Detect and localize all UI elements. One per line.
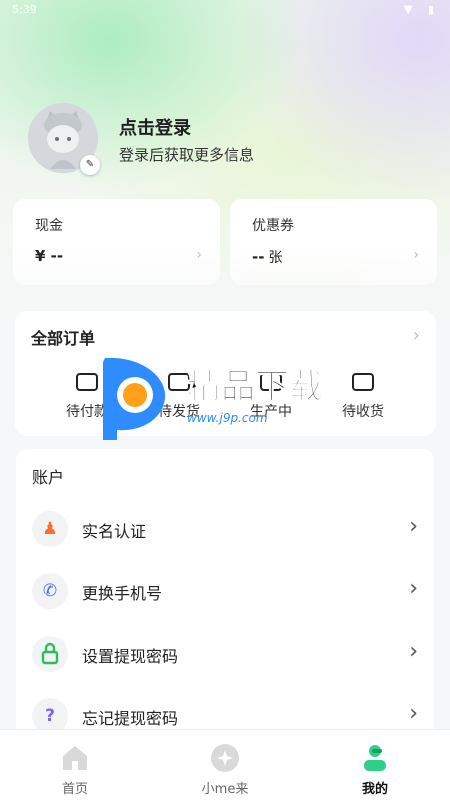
order-label: 待付款	[66, 404, 108, 420]
bottom-tab-bar: 首页 小me来 我的	[0, 729, 450, 801]
orders-chevron-icon[interactable]: ›	[413, 325, 420, 346]
orders-title[interactable]: 全部订单	[31, 325, 95, 349]
row-label: 设置提现密码	[82, 647, 179, 666]
tab-label: 首页	[61, 782, 88, 797]
profile-icon	[364, 745, 386, 771]
package-icon	[168, 373, 190, 391]
phone-icon: ✆	[32, 573, 68, 609]
coupon-unit: 张	[268, 250, 283, 266]
lock-glyph-icon	[41, 642, 59, 665]
sparkle-icon	[211, 744, 239, 772]
clock-box-icon	[260, 373, 282, 391]
cash-label: 现金	[35, 218, 63, 234]
order-label: 生产中	[250, 404, 292, 420]
home-icon	[63, 746, 87, 770]
edit-avatar-icon[interactable]: ✎	[80, 155, 100, 175]
coupon-value: -- 张	[252, 247, 282, 267]
order-label: 待收货	[342, 404, 384, 420]
status-icons: ▼ ▮	[403, 3, 440, 16]
tab-xiaome[interactable]: 小me来	[150, 730, 300, 801]
order-in-production[interactable]: 生产中	[231, 373, 311, 421]
row-real-name[interactable]: ♟ 实名认证 ›	[16, 499, 434, 559]
row-label: 实名认证	[82, 522, 147, 541]
lock-icon	[32, 636, 68, 672]
row-set-withdraw-password[interactable]: 设置提现密码 ›	[16, 624, 434, 684]
order-label: 待发货	[158, 404, 200, 420]
status-time: 5:39	[12, 3, 37, 16]
truck-icon	[352, 373, 374, 391]
avatar[interactable]: ✎	[28, 103, 100, 175]
order-pending-payment[interactable]: 待付款	[47, 373, 127, 421]
tab-label: 我的	[361, 782, 388, 797]
wallet-icon	[76, 373, 98, 391]
chevron-right-icon: ›	[409, 576, 418, 601]
status-bar: 5:39 ▼ ▮	[0, 0, 450, 22]
order-pending-receipt[interactable]: 待收货	[323, 373, 403, 421]
chevron-right-icon: ›	[409, 701, 418, 726]
cash-card[interactable]: 现金 ¥ -- ›	[13, 199, 220, 285]
coupon-card[interactable]: 优惠券 -- 张 ›	[230, 199, 437, 285]
cash-chevron-icon: ›	[196, 247, 202, 263]
tab-home[interactable]: 首页	[0, 730, 150, 801]
row-change-phone[interactable]: ✆ 更换手机号 ›	[16, 561, 434, 621]
coupon-chevron-icon: ›	[413, 247, 419, 263]
order-pending-shipment[interactable]: 待发货	[139, 373, 219, 421]
coupon-label: 优惠券	[252, 218, 294, 234]
chevron-right-icon: ›	[409, 514, 418, 539]
coupon-count: --	[252, 248, 265, 266]
chevron-right-icon: ›	[409, 639, 418, 664]
row-label: 更换手机号	[82, 584, 163, 603]
orders-card: 全部订单 › 待付款 待发货 生产中 待收货	[15, 311, 436, 436]
login-title[interactable]: 点击登录	[119, 114, 191, 140]
tab-mine[interactable]: 我的	[300, 730, 450, 801]
tab-label: 小me来	[201, 782, 249, 797]
login-subtitle: 登录后获取更多信息	[119, 146, 255, 164]
row-label: 忘记提现密码	[82, 709, 179, 728]
real-name-icon: ♟	[32, 511, 68, 547]
account-title: 账户	[32, 468, 65, 487]
cash-value: ¥ --	[35, 247, 64, 265]
